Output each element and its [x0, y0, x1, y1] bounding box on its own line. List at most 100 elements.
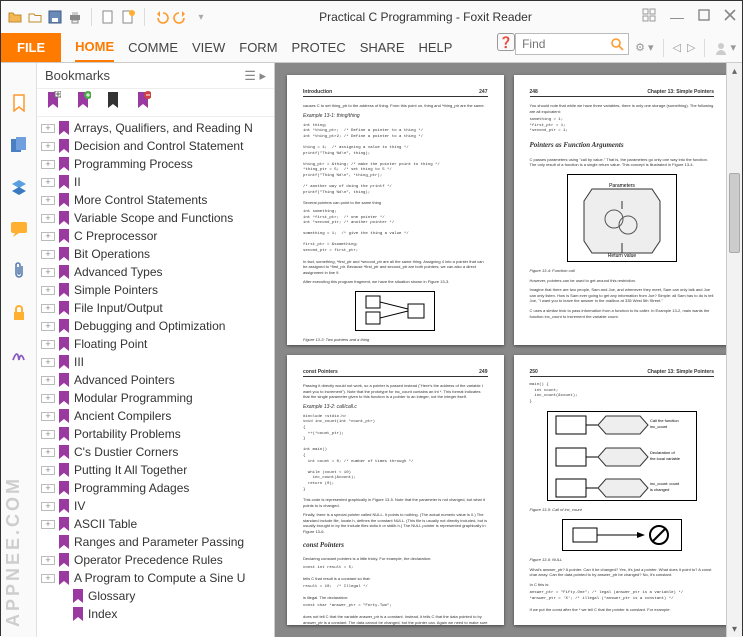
- bookmark-item[interactable]: +File Input/Output: [37, 299, 274, 317]
- blank-page-icon[interactable]: [100, 9, 116, 25]
- open-alt-icon[interactable]: [27, 9, 43, 25]
- bookmark-item[interactable]: +Floating Point: [37, 335, 274, 353]
- bookmark-rail-icon[interactable]: [9, 93, 29, 113]
- bookmark-item[interactable]: +ASCII Table: [37, 515, 274, 533]
- panel-menu-icon[interactable]: ☰ ▸: [244, 68, 266, 84]
- undo-icon[interactable]: [153, 9, 169, 25]
- nav-fwd-icon[interactable]: ▷: [687, 41, 695, 54]
- tab-view[interactable]: VIEW: [192, 34, 225, 61]
- file-tab[interactable]: FILE: [1, 33, 61, 62]
- scroll-thumb[interactable]: [729, 173, 740, 253]
- expand-icon[interactable]: +: [41, 520, 55, 529]
- bookmark-item[interactable]: +Portability Problems: [37, 425, 274, 443]
- tab-home[interactable]: HOME: [75, 33, 114, 62]
- expand-icon[interactable]: +: [41, 214, 55, 223]
- help-icon[interactable]: ❓: [497, 33, 515, 51]
- expand-icon[interactable]: +: [41, 268, 55, 277]
- delete-bookmark-icon[interactable]: [135, 91, 151, 114]
- page-thumb[interactable]: Introduction247 causes C to set thing_pt…: [287, 75, 504, 345]
- bookmark-item[interactable]: +Programming Adages: [37, 479, 274, 497]
- bookmark-item[interactable]: Glossary: [37, 587, 274, 605]
- tab-share[interactable]: SHARE: [360, 34, 405, 61]
- expand-icon[interactable]: +: [41, 124, 55, 133]
- ribbon-toggle-icon[interactable]: [642, 8, 656, 27]
- security-rail-icon[interactable]: [9, 303, 29, 323]
- search-input[interactable]: [516, 37, 606, 51]
- close-icon[interactable]: [724, 8, 736, 26]
- bookmark-item[interactable]: +Simple Pointers: [37, 281, 274, 299]
- minimize-icon[interactable]: —: [670, 9, 684, 25]
- bookmark-item[interactable]: +More Control Statements: [37, 191, 274, 209]
- expand-icon[interactable]: +: [41, 304, 55, 313]
- layers-rail-icon[interactable]: [9, 177, 29, 197]
- expand-icon[interactable]: +: [41, 502, 55, 511]
- bookmark-item[interactable]: +Programming Process: [37, 155, 274, 173]
- expand-icon[interactable]: +: [41, 160, 55, 169]
- attachments-rail-icon[interactable]: [9, 261, 29, 281]
- pages-rail-icon[interactable]: [9, 135, 29, 155]
- scroll-up-icon[interactable]: ▴: [727, 63, 742, 79]
- bookmark-item[interactable]: +Decision and Control Statement: [37, 137, 274, 155]
- goto-bookmark-icon[interactable]: [105, 91, 121, 114]
- expand-icon[interactable]: +: [41, 322, 55, 331]
- bookmark-item[interactable]: +Advanced Pointers: [37, 371, 274, 389]
- expand-bookmark-icon[interactable]: [45, 91, 61, 114]
- expand-icon[interactable]: +: [41, 196, 55, 205]
- tab-help[interactable]: HELP: [419, 34, 453, 61]
- comments-rail-icon[interactable]: [9, 219, 29, 239]
- expand-icon[interactable]: +: [41, 484, 55, 493]
- add-bookmark-icon[interactable]: [75, 91, 91, 114]
- save-icon[interactable]: [47, 9, 63, 25]
- qa-dropdown-icon[interactable]: ▾: [193, 9, 209, 25]
- nav-back-icon[interactable]: ◁: [673, 41, 681, 54]
- expand-icon[interactable]: +: [41, 178, 55, 187]
- expand-icon[interactable]: +: [41, 358, 55, 367]
- open-icon[interactable]: [7, 9, 23, 25]
- bookmark-item[interactable]: +A Program to Compute a Sine U: [37, 569, 274, 587]
- expand-icon[interactable]: +: [41, 466, 55, 475]
- page-thumb[interactable]: 248Chapter 13: Simple Pointers You shoul…: [514, 75, 731, 345]
- bookmark-item[interactable]: +Advanced Types: [37, 263, 274, 281]
- expand-icon[interactable]: +: [41, 430, 55, 439]
- print-icon[interactable]: [67, 9, 83, 25]
- tab-form[interactable]: FORM: [239, 34, 277, 61]
- page-thumb[interactable]: 250Chapter 13: Simple Pointers main() { …: [514, 355, 731, 625]
- expand-icon[interactable]: +: [41, 448, 55, 457]
- expand-icon[interactable]: +: [41, 412, 55, 421]
- bookmark-item[interactable]: +Arrays, Qualifiers, and Reading N: [37, 119, 274, 137]
- search-icon[interactable]: [606, 34, 628, 54]
- bookmark-item[interactable]: +Variable Scope and Functions: [37, 209, 274, 227]
- bookmark-item[interactable]: +III: [37, 353, 274, 371]
- viewer-scrollbar[interactable]: ▴ ▾: [726, 63, 742, 637]
- gear-icon[interactable]: ⚙ ▾: [635, 41, 653, 54]
- signatures-rail-icon[interactable]: [9, 345, 29, 365]
- page-viewer[interactable]: Introduction247 causes C to set thing_pt…: [275, 63, 742, 637]
- bookmark-item[interactable]: +C's Dustier Corners: [37, 443, 274, 461]
- bookmark-item[interactable]: +Putting It All Together: [37, 461, 274, 479]
- expand-icon[interactable]: +: [41, 574, 55, 583]
- bookmark-item[interactable]: +Modular Programming: [37, 389, 274, 407]
- redo-icon[interactable]: [173, 9, 189, 25]
- tab-comme[interactable]: COMME: [128, 34, 178, 61]
- expand-icon[interactable]: +: [41, 232, 55, 241]
- tab-protec[interactable]: PROTEC: [292, 34, 346, 61]
- expand-icon[interactable]: +: [41, 340, 55, 349]
- expand-icon[interactable]: +: [41, 250, 55, 259]
- bookmarks-list[interactable]: +Arrays, Qualifiers, and Reading N+Decis…: [37, 117, 274, 637]
- bookmark-item[interactable]: +C Preprocessor: [37, 227, 274, 245]
- bookmark-item[interactable]: +Operator Precedence Rules: [37, 551, 274, 569]
- bookmark-item[interactable]: Index: [37, 605, 274, 623]
- bookmark-item[interactable]: +IV: [37, 497, 274, 515]
- bookmark-item[interactable]: +II: [37, 173, 274, 191]
- maximize-icon[interactable]: [698, 8, 710, 26]
- expand-icon[interactable]: +: [41, 376, 55, 385]
- bookmark-item[interactable]: +Ancient Compilers: [37, 407, 274, 425]
- expand-icon[interactable]: +: [41, 286, 55, 295]
- bookmark-item[interactable]: +Debugging and Optimization: [37, 317, 274, 335]
- expand-icon[interactable]: +: [41, 142, 55, 151]
- page-thumb[interactable]: const Pointers249 Passing it directly wo…: [287, 355, 504, 625]
- new-page-icon[interactable]: [120, 9, 136, 25]
- expand-icon[interactable]: +: [41, 556, 55, 565]
- expand-icon[interactable]: +: [41, 394, 55, 403]
- user-icon[interactable]: ▾: [714, 41, 736, 55]
